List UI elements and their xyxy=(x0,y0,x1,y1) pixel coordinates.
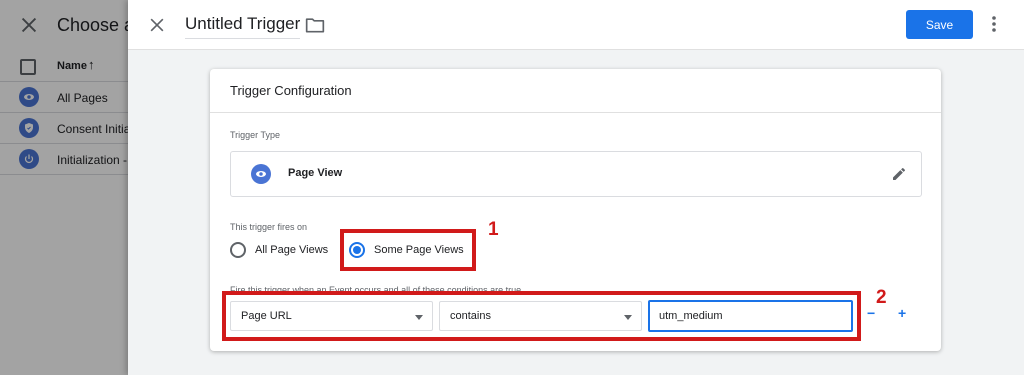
folder-icon[interactable] xyxy=(305,16,325,34)
trigger-type-name: Page View xyxy=(288,167,343,179)
annotation-number-1: 1 xyxy=(488,219,499,240)
add-condition-button[interactable]: + xyxy=(898,305,906,321)
radio-label: All Page Views xyxy=(255,244,329,256)
trigger-type-selector[interactable]: Page View xyxy=(230,151,922,197)
save-button[interactable]: Save xyxy=(906,10,973,39)
divider xyxy=(210,112,941,113)
annotation-box-1 xyxy=(340,229,476,271)
remove-condition-button[interactable]: − xyxy=(867,305,875,321)
eye-icon xyxy=(251,164,271,184)
sheet-header: Untitled Trigger Save xyxy=(128,0,1024,50)
more-vert-icon[interactable] xyxy=(988,14,1000,34)
trigger-name-field[interactable]: Untitled Trigger xyxy=(185,14,301,39)
annotation-number-2: 2 xyxy=(876,287,887,308)
fires-on-label: This trigger fires on xyxy=(230,222,308,232)
card-title: Trigger Configuration xyxy=(230,83,352,98)
close-icon[interactable] xyxy=(147,15,167,35)
modal-overlay[interactable] xyxy=(0,0,128,375)
pencil-icon[interactable] xyxy=(891,166,907,182)
radio-all-page-views[interactable]: All Page Views xyxy=(230,240,328,260)
radio-button[interactable] xyxy=(230,242,246,258)
trigger-type-label: Trigger Type xyxy=(230,130,281,140)
annotation-box-2 xyxy=(222,291,861,341)
